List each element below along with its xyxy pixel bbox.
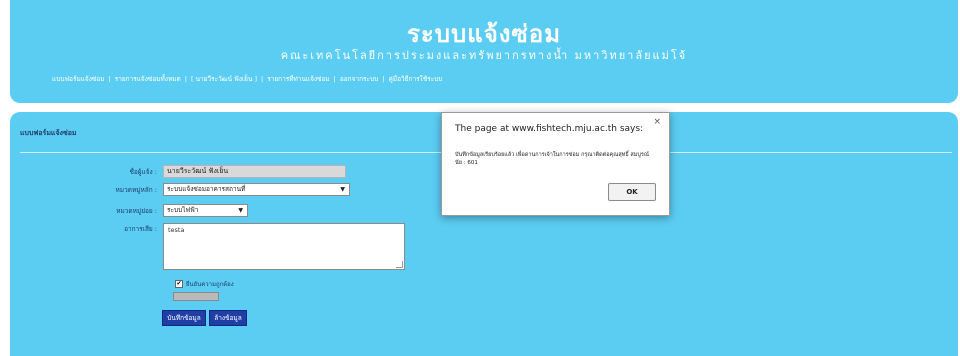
site-subtitle: คณะเทคโนโลยีการประมงและทรัพยากรทางน้ำ มห… (280, 49, 688, 62)
chevron-down-icon: ▼ (238, 207, 243, 214)
save-button[interactable]: บันทึกข้อมูล (162, 310, 206, 326)
sub-category-label: หมวดหมู่ย่อย : (116, 207, 157, 215)
nav-link-all-repairs[interactable]: รายการแจ้งซ่อมทั้งหมด (115, 75, 181, 83)
dialog-message: บันทึกข้อมูลเรียบร้อยแล้ว เพื่อดานการเจ้… (455, 152, 649, 166)
reporter-label: ชื่อผู้แจ้ง : (129, 168, 157, 176)
nav-link-user-profile[interactable]: [ นายวีระวัฒน์ ฟังเย็น ] (191, 75, 257, 83)
nav-separator: | (261, 75, 264, 83)
nav-link-logout[interactable]: ออกจากระบบ (340, 75, 378, 83)
nav-separator: | (108, 75, 111, 83)
captcha-image (173, 292, 219, 301)
nav-link-manual[interactable]: คู่มือวิธีการใช้ระบบ (388, 75, 442, 83)
close-icon[interactable]: × (653, 117, 661, 127)
symptom-label: อาการเสีย : (124, 225, 157, 233)
sub-category-select[interactable]: ระบบไฟฟ้า ▼ (163, 204, 248, 217)
form-section-title: แบบฟอร์มแจ้งซ่อม (20, 129, 77, 137)
symptom-textarea[interactable]: testa (163, 223, 405, 270)
nav-separator: | (184, 75, 187, 83)
main-category-value: ระบบแจ้งซ่อมอาคารสถานที่ (167, 185, 246, 193)
site-header: ระบบแจ้งซ่อม คณะเทคโนโลยีการประมงและทรัพ… (10, 0, 958, 103)
main-category-select[interactable]: ระบบแจ้งซ่อมอาคารสถานที่ ▼ (163, 183, 350, 196)
resize-handle[interactable] (396, 261, 403, 268)
chevron-down-icon: ▼ (340, 186, 345, 193)
nav-separator: | (382, 75, 385, 83)
alert-dialog: The page at www.fishtech.mju.ac.th says:… (441, 112, 670, 216)
dialog-title: The page at www.fishtech.mju.ac.th says: (455, 124, 644, 134)
nav-link-my-repairs[interactable]: รายการที่ท่านแจ้งซ่อม (267, 75, 329, 83)
nav-link-repair-form[interactable]: แบบฟอร์มแจ้งซ่อม (52, 75, 105, 83)
nav-separator: | (333, 75, 336, 83)
ok-button[interactable]: OK (608, 183, 656, 201)
confirm-checkbox[interactable]: ✔ (175, 280, 183, 288)
reporter-field: นายวีระวัฒน์ ฟังเย็น (163, 165, 346, 178)
confirm-label: ยืนยันความถูกต้อง (186, 281, 234, 288)
main-category-label: หมวดหมู่หลัก : (115, 186, 157, 194)
sub-category-value: ระบบไฟฟ้า (167, 206, 199, 214)
nav-bar: แบบฟอร์มแจ้งซ่อม | รายการแจ้งซ่อมทั้งหมด |[… (52, 74, 443, 84)
clear-button[interactable]: ล้างข้อมูล (209, 310, 247, 326)
symptom-text: testa (168, 226, 185, 234)
